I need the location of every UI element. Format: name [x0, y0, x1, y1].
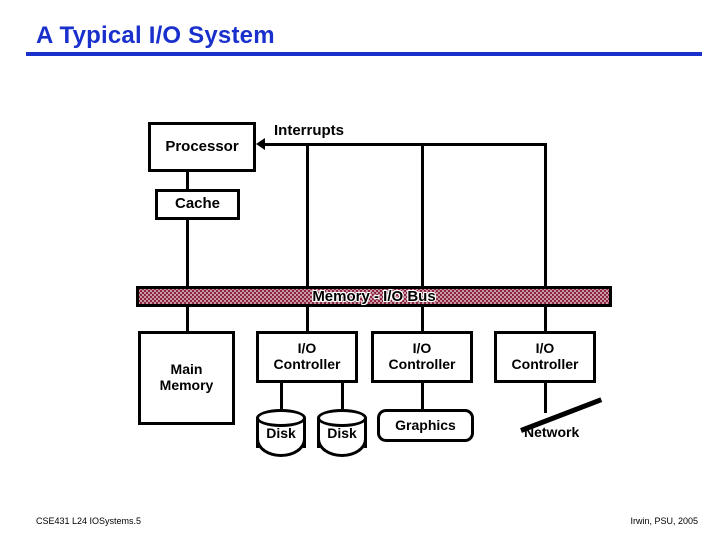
bus-drop-io-controller-2: [421, 305, 424, 332]
footer-left: CSE431 L24 IOSystems.5: [36, 516, 142, 526]
disk-cylinder-2[interactable]: Disk: [317, 409, 367, 457]
io-controller-box-1[interactable]: I/O Controller: [256, 331, 358, 383]
io-controller-1-disk2-link: [341, 381, 344, 411]
cache-bus-link: [186, 218, 189, 287]
io-controller-1-disk1-link: [280, 381, 283, 411]
interrupts-right-drop-line: [544, 143, 547, 287]
graphics-label: Graphics: [395, 416, 456, 433]
interrupts-arrowhead: [256, 138, 265, 150]
io-controller-3-network-link: [544, 381, 547, 413]
cache-box[interactable]: Cache: [155, 189, 240, 220]
disk-cylinder-1[interactable]: Disk: [256, 409, 306, 457]
memory-io-bus: Memory - I/O Bus: [136, 286, 612, 307]
memory-io-bus-label: Memory - I/O Bus: [312, 288, 436, 305]
footer-right: Irwin, PSU, 2005: [630, 516, 698, 526]
cache-label: Cache: [174, 195, 221, 213]
page-title: A Typical I/O System: [36, 22, 275, 49]
main-memory-label-line2: Memory: [159, 377, 214, 393]
bus-drop-main-memory: [186, 305, 189, 332]
network-label: Network: [524, 424, 580, 440]
processor-label: Processor: [165, 137, 239, 155]
io-controller-2-graphics-link: [421, 381, 424, 411]
io-controller-3-label-line2: Controller: [511, 356, 579, 372]
io-controller-box-3[interactable]: I/O Controller: [494, 331, 596, 383]
io-controller-3-label-line1: I/O: [535, 340, 555, 357]
main-memory-box[interactable]: Main Memory: [138, 331, 235, 425]
bus-drop-io-controller-1: [306, 305, 309, 332]
io-controller-box-2[interactable]: I/O Controller: [371, 331, 473, 383]
io-controller-2-label-line1: I/O: [412, 340, 432, 357]
interrupt-drop-line-1: [306, 143, 309, 287]
io-controller-1-label-line2: Controller: [273, 356, 341, 372]
interrupts-label: Interrupts: [274, 122, 345, 139]
main-memory-label-line1: Main: [170, 361, 203, 378]
io-controller-2-label-line2: Controller: [388, 356, 456, 372]
graphics-box[interactable]: Graphics: [377, 409, 474, 442]
title-underline: [26, 52, 702, 56]
io-controller-1-label-line1: I/O: [297, 340, 317, 357]
disk-1-label: Disk: [266, 425, 296, 441]
interrupt-drop-line-2: [421, 143, 424, 287]
processor-box[interactable]: Processor: [148, 122, 256, 172]
disk-2-label: Disk: [327, 425, 357, 441]
slide-canvas: A Typical I/O System Interrupts Processo…: [0, 0, 720, 540]
bus-drop-io-controller-3: [544, 305, 547, 332]
